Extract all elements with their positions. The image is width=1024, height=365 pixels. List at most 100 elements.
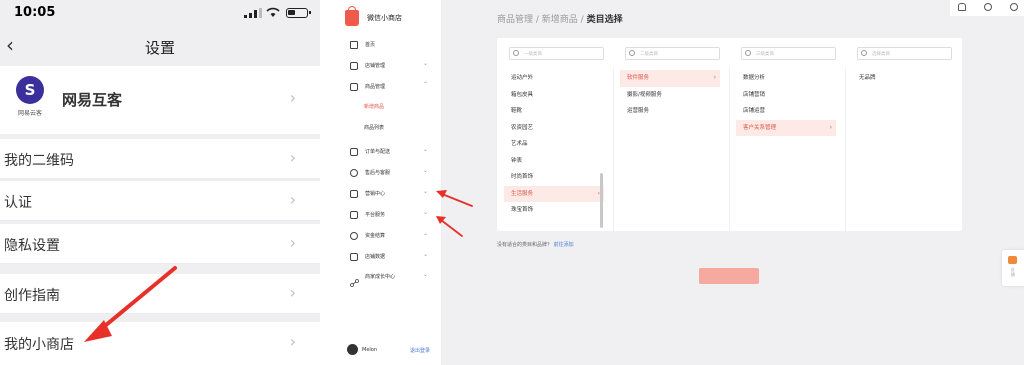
sidebar-item-label: 店铺数据 [365,254,386,260]
sidebar-item-product-list[interactable]: 商品列表 [335,121,442,135]
category-item[interactable]: 店铺营销 [736,87,836,104]
chevron-right-icon: › [829,123,832,131]
category-list: 软件服务 › 摄影/视频服务 运营服务 [620,70,720,120]
chevron-right-icon: › [289,283,296,302]
scrollbar[interactable] [600,173,603,228]
category-item[interactable]: 艺术品 [504,136,604,153]
gift-icon [1008,256,1017,264]
sidebar-item-shop-data[interactable]: 店铺数据 ⌄ [335,250,442,264]
category-item[interactable]: 鞋靴 [504,103,604,120]
category-item[interactable]: 运动户外 [504,70,604,87]
category-search-input[interactable]: 一级类目 [509,47,604,60]
shop-bag-icon [345,6,359,26]
sidebar-item-shop-manage[interactable]: 店铺管理 ⌄ [335,59,442,73]
sidebar-item-product-manage[interactable]: 商品管理 ⌃ [335,80,442,94]
category-item[interactable]: 运营服务 [620,103,720,120]
sidebar-item-platform-service[interactable]: 平台服务 ⌄ [335,208,442,222]
settings-row-qrcode[interactable]: 我的二维码 › [0,139,320,179]
sidebar-item-home[interactable]: 首页 [335,38,442,52]
order-icon [350,148,358,156]
settings-row-verification[interactable]: 认证 › [0,181,320,221]
sidebar-item-settlement[interactable]: 资金结算 ⌄ [335,229,442,243]
add-category-link[interactable]: 前往添加 [554,242,574,248]
chevron-down-icon: ⌄ [423,251,429,258]
search-placeholder: 三级类目 [756,52,774,57]
category-item-selected[interactable]: 客户关系管理 › [736,119,836,136]
sidebar-item-label: 店铺管理 [365,63,386,69]
breadcrumb-item[interactable]: 商品管理 [497,15,533,25]
chevron-right-icon: › [289,148,296,167]
chevron-down-icon: ⌄ [423,188,429,195]
sidebar-item-label: 订单与配送 [365,149,391,155]
category-item[interactable]: 时尚首饰 [504,169,604,186]
category-column-brand: 选择类目 无品牌 [845,38,961,231]
briefcase-icon [350,211,358,219]
sidebar-item-growth-center[interactable]: 商家成长中心 ⌄ [335,270,442,287]
category-item-selected[interactable]: 生活服务 › [504,185,604,202]
category-item[interactable]: 农资园艺 [504,120,604,137]
brand-search-input[interactable]: 选择类目 [857,47,952,60]
category-search-input[interactable]: 三级类目 [741,47,836,60]
sidebar-item-label: 商家成长中心 [365,274,396,280]
sidebar: 微信小商店 首页 店铺管理 ⌄ 商品管理 ⌃ 新增商品 商品列表 订单与配送 ⌄… [335,0,442,365]
search-icon [745,50,751,56]
bag-icon [350,83,358,91]
data-chart-icon [350,253,358,261]
help-icon[interactable] [1010,3,1018,11]
phone-settings-screen: 10:05 ‹ 设置 S 网易云客 网易互客 › 我的二维码 › 认证 › 隐私… [0,0,320,365]
sidebar-item-after-sales[interactable]: 售后与客服 ⌄ [335,166,442,180]
profile-row[interactable]: S 网易云客 网易互客 › [0,66,320,134]
brand-list: 无品牌 [852,70,952,87]
headset-icon [350,169,358,177]
category-item-selected[interactable]: 软件服务 › [620,70,720,87]
logo-mark-icon: S [16,76,44,104]
user-name: Melon [362,347,378,353]
chevron-down-icon: ⌄ [423,167,429,174]
category-item[interactable]: 摄影/视频服务 [620,87,720,104]
brand-item[interactable]: 无品牌 [852,70,952,87]
chevron-right-icon: › [713,74,716,81]
sidebar-item-label: 营销中心 [365,191,386,197]
category-item[interactable]: 箱包皮具 [504,87,604,104]
category-search-input[interactable]: 二级类目 [625,47,720,60]
wifi-icon [266,7,280,17]
coin-icon [350,232,358,240]
brand-title: 微信小商店 [367,14,402,22]
sidebar-item-label: 资金结算 [365,233,386,239]
settings-row-creator-guide[interactable]: 创作指南 › [0,274,320,314]
category-column-level2: 二级类目 软件服务 › 摄影/视频服务 运营服务 [613,38,729,231]
category-list: 运动户外 箱包皮具 鞋靴 农资园艺 艺术品 钟表 时尚首饰 生活服务 › 珠宝首饰 [504,70,604,219]
sidebar-item-add-product[interactable]: 新增商品 [335,100,442,114]
top-toolbar [950,0,1024,16]
sidebar-item-label: 商品管理 [365,84,386,90]
breadcrumb-separator: / [533,15,542,25]
sidebar-item-label: 平台服务 [365,212,386,218]
settings-row-label: 认证 [4,195,32,211]
category-item[interactable]: 店铺运营 [736,103,836,120]
category-item[interactable]: 钟表 [504,153,604,170]
page-title: 设置 [144,39,175,57]
search-placeholder: 二级类目 [640,52,658,57]
settings-row-label: 我的小商店 [4,337,74,353]
logo-subtext: 网易云客 [17,110,42,117]
sidebar-item-marketing[interactable]: 营销中心 ⌄ [335,187,442,201]
category-hint: 没有适合的类目和品牌? 前往添加 [497,241,574,248]
breadcrumb: 商品管理 / 新增商品 / 类目选择 [497,12,623,25]
settings-row-privacy[interactable]: 隐私设置 › [0,224,320,264]
chevron-up-icon: ⌃ [423,81,429,88]
sidebar-item-orders[interactable]: 订单与配送 ⌄ [335,145,442,159]
breadcrumb-current: 类目选择 [586,15,623,25]
next-step-button[interactable] [699,268,759,284]
settings-row-my-shop[interactable]: 我的小商店 › [0,322,320,365]
bell-icon[interactable] [958,3,966,11]
sidebar-item-label: 首页 [365,42,376,48]
profile-name: 网易互客 [62,91,123,109]
feedback-tab[interactable]: 反馈 [1002,250,1024,286]
message-icon[interactable] [984,3,992,11]
category-item[interactable]: 珠宝首饰 [504,202,604,219]
category-item[interactable]: 数据分析 [736,70,836,87]
breadcrumb-item[interactable]: 新增商品 [542,15,578,25]
logout-link[interactable]: 退出登录 [410,347,430,354]
search-placeholder: 选择类目 [872,52,890,57]
signal-icon [244,8,262,18]
